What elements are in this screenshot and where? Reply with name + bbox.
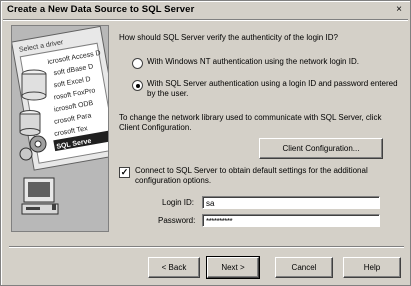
radio-sql-label: With SQL Server authentication using a l…: [147, 79, 398, 98]
window-title: Create a New Data Source to SQL Server: [7, 4, 195, 15]
login-id-label: Login ID:: [162, 198, 195, 207]
password-field[interactable]: **********: [202, 214, 380, 227]
dialog-window: Create a New Data Source to SQL Server ×…: [0, 0, 411, 286]
radio-nt-label: With Windows NT authentication using the…: [147, 57, 359, 66]
radio-sql-auth[interactable]: With SQL Server authentication using a l…: [132, 79, 407, 99]
radio-sql-button[interactable]: [132, 80, 143, 91]
password-label: Password:: [158, 216, 196, 225]
connect-label: Connect to SQL Server to obtain default …: [135, 166, 368, 185]
login-id-field[interactable]: sa: [202, 196, 380, 209]
back-button[interactable]: < Back: [148, 257, 200, 278]
button-bar-divider-highlight: [9, 247, 404, 248]
title-divider-highlight: [3, 20, 408, 21]
connect-checkbox[interactable]: ✓: [119, 167, 130, 178]
wizard-illustration: Select a driver icrosoft Access D soft d…: [11, 25, 109, 232]
help-button[interactable]: Help: [343, 257, 401, 278]
title-bar: Create a New Data Source to SQL Server ×: [3, 3, 408, 19]
radio-nt-button[interactable]: [132, 58, 143, 69]
cancel-button[interactable]: Cancel: [275, 257, 333, 278]
client-configuration-button[interactable]: Client Configuration...: [259, 138, 383, 159]
auth-question: How should SQL Server verify the authent…: [119, 33, 338, 42]
close-icon[interactable]: ×: [392, 4, 406, 16]
network-library-text: To change the network library used to co…: [119, 113, 382, 132]
next-button[interactable]: Next >: [206, 256, 260, 279]
connect-checkbox-row[interactable]: ✓ Connect to SQL Server to obtain defaul…: [119, 166, 390, 186]
computer-icon: [21, 177, 59, 215]
radio-nt-auth[interactable]: With Windows NT authentication using the…: [132, 57, 407, 69]
